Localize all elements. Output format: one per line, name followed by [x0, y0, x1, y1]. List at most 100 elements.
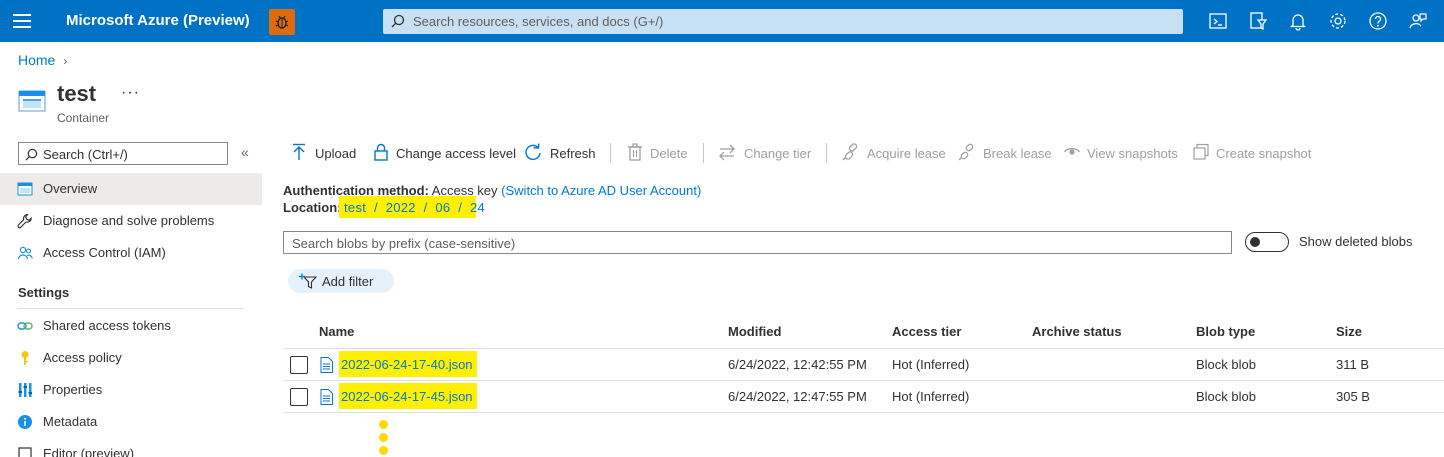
create-snapshot-button[interactable]: Create snapshot: [1192, 143, 1314, 163]
add-filter-icon: [299, 273, 317, 289]
page-subtitle: Container: [57, 111, 110, 125]
key-icon: [17, 350, 33, 366]
search-icon: [25, 148, 38, 161]
delete-label: Delete: [650, 146, 688, 161]
help-icon[interactable]: [1368, 11, 1388, 31]
upload-icon: [290, 143, 308, 161]
blob-type-cell: Block blob: [1196, 389, 1256, 404]
location-path-link[interactable]: test / 2022 / 06 / 24: [344, 200, 485, 215]
directory-filter-icon[interactable]: [1248, 11, 1268, 31]
upload-button[interactable]: Upload: [290, 143, 360, 163]
top-bar: Microsoft Azure (Preview) Search resourc…: [0, 0, 1444, 42]
sidebar-item-label: Properties: [43, 382, 103, 397]
sidebar-item-label: Metadata: [43, 414, 98, 429]
sidebar-item-label: Overview: [43, 181, 98, 196]
access-tier-cell: Hot (Inferred): [892, 357, 970, 372]
breadcrumb-home-link[interactable]: Home: [18, 52, 55, 68]
settings-icon[interactable]: [1328, 11, 1348, 31]
view-snapshots-button[interactable]: View snapshots: [1063, 143, 1179, 163]
broken-link-icon: [958, 143, 976, 161]
properties-icon: [17, 382, 33, 398]
blob-prefix-search-input[interactable]: Search blobs by prefix (case-sensitive): [283, 231, 1232, 254]
add-filter-label: Add filter: [322, 274, 374, 289]
column-header-name[interactable]: Name: [319, 324, 354, 339]
sidebar-item-access-policy[interactable]: Access policy: [0, 342, 262, 374]
column-header-modified[interactable]: Modified: [728, 324, 781, 339]
info-icon: [17, 414, 33, 430]
refresh-button[interactable]: Refresh: [524, 143, 596, 163]
wrench-icon: [17, 213, 33, 229]
break-lease-label: Break lease: [983, 146, 1052, 161]
size-cell: 305 B: [1336, 389, 1370, 404]
feedback-icon[interactable]: [1408, 11, 1428, 31]
overview-icon: [17, 181, 33, 197]
search-icon: [391, 14, 405, 28]
lease-link-icon: [842, 143, 860, 161]
divider: [18, 308, 243, 309]
sidebar-item-metadata[interactable]: Metadata: [0, 406, 262, 438]
sidebar-item-diagnose[interactable]: Diagnose and solve problems: [0, 205, 262, 237]
blob-name-link[interactable]: 2022-06-24-17-40.json: [341, 357, 473, 372]
row-checkbox[interactable]: [290, 356, 308, 374]
sidebar-item-shared-access-tokens[interactable]: Shared access tokens: [0, 310, 262, 342]
file-icon: [320, 357, 333, 373]
column-header-size[interactable]: Size: [1336, 324, 1362, 339]
sidebar-item-label: Access Control (IAM): [43, 245, 166, 260]
snapshot-icon: [1192, 143, 1210, 161]
sidebar-item-properties[interactable]: Properties: [0, 374, 262, 406]
link-icon: [17, 318, 33, 334]
toolbar-divider: [703, 143, 704, 163]
file-icon: [320, 389, 333, 405]
row-divider: [283, 412, 1444, 413]
refresh-icon: [524, 143, 542, 161]
acquire-lease-button[interactable]: Acquire lease: [842, 143, 946, 163]
ellipsis-dot: [379, 420, 388, 429]
switch-auth-link[interactable]: (Switch to Azure AD User Account): [501, 183, 701, 198]
column-header-access-tier[interactable]: Access tier: [892, 324, 961, 339]
break-lease-button[interactable]: Break lease: [958, 143, 1052, 163]
ellipsis-dot: [379, 433, 388, 442]
change-access-level-label: Change access level: [396, 146, 516, 161]
modified-cell: 6/24/2022, 12:42:55 PM: [728, 357, 867, 372]
toolbar-divider: [610, 143, 611, 163]
sidebar-item-overview[interactable]: Overview: [0, 173, 262, 205]
hamburger-menu-icon[interactable]: [13, 14, 31, 28]
blob-name-link[interactable]: 2022-06-24-17-45.json: [341, 389, 473, 404]
collapse-sidebar-button[interactable]: «: [241, 144, 249, 160]
blob-type-cell: Block blob: [1196, 357, 1256, 372]
column-header-blob-type[interactable]: Blob type: [1196, 324, 1255, 339]
sidebar-search-input[interactable]: Search (Ctrl+/): [18, 142, 228, 165]
column-header-archive-status[interactable]: Archive status: [1032, 324, 1122, 339]
breadcrumb: Home ›: [18, 52, 67, 68]
toggle-knob: [1250, 237, 1260, 247]
global-search-input[interactable]: Search resources, services, and docs (G+…: [383, 9, 1183, 34]
portal-brand[interactable]: Microsoft Azure (Preview): [66, 12, 250, 29]
show-deleted-blobs-toggle[interactable]: [1245, 232, 1289, 252]
change-access-level-button[interactable]: Change access level: [372, 143, 516, 163]
add-filter-button[interactable]: Add filter: [288, 269, 394, 293]
sidebar-item-label: Editor (preview): [43, 446, 135, 457]
settings-section-header: Settings: [18, 285, 70, 300]
preview-bug-icon[interactable]: [269, 9, 295, 35]
location-label: Location:: [283, 200, 342, 215]
table-row[interactable]: 2022-06-24-17-40.json 6/24/2022, 12:42:5…: [283, 349, 1444, 381]
change-tier-button[interactable]: Change tier: [718, 143, 814, 163]
notifications-icon[interactable]: [1288, 11, 1308, 31]
sidebar-search-placeholder: Search (Ctrl+/): [43, 147, 128, 162]
toolbar-divider: [826, 143, 827, 163]
sidebar-item-editor[interactable]: Editor (preview): [0, 438, 262, 457]
row-checkbox[interactable]: [290, 388, 308, 406]
sidebar-item-label: Shared access tokens: [43, 318, 171, 333]
sidebar-item-iam[interactable]: Access Control (IAM): [0, 237, 262, 269]
cloud-shell-icon[interactable]: [1208, 11, 1228, 31]
sidebar-item-label: Access policy: [43, 350, 122, 365]
refresh-label: Refresh: [550, 146, 596, 161]
create-snapshot-label: Create snapshot: [1216, 146, 1312, 161]
upload-label: Upload: [315, 146, 357, 161]
editor-icon: [17, 446, 33, 457]
modified-cell: 6/24/2022, 12:47:55 PM: [728, 389, 867, 404]
table-row[interactable]: 2022-06-24-17-45.json 6/24/2022, 12:47:5…: [283, 381, 1444, 413]
delete-button[interactable]: Delete: [626, 143, 690, 163]
lock-icon: [372, 143, 390, 161]
more-options-button[interactable]: ···: [121, 84, 140, 102]
